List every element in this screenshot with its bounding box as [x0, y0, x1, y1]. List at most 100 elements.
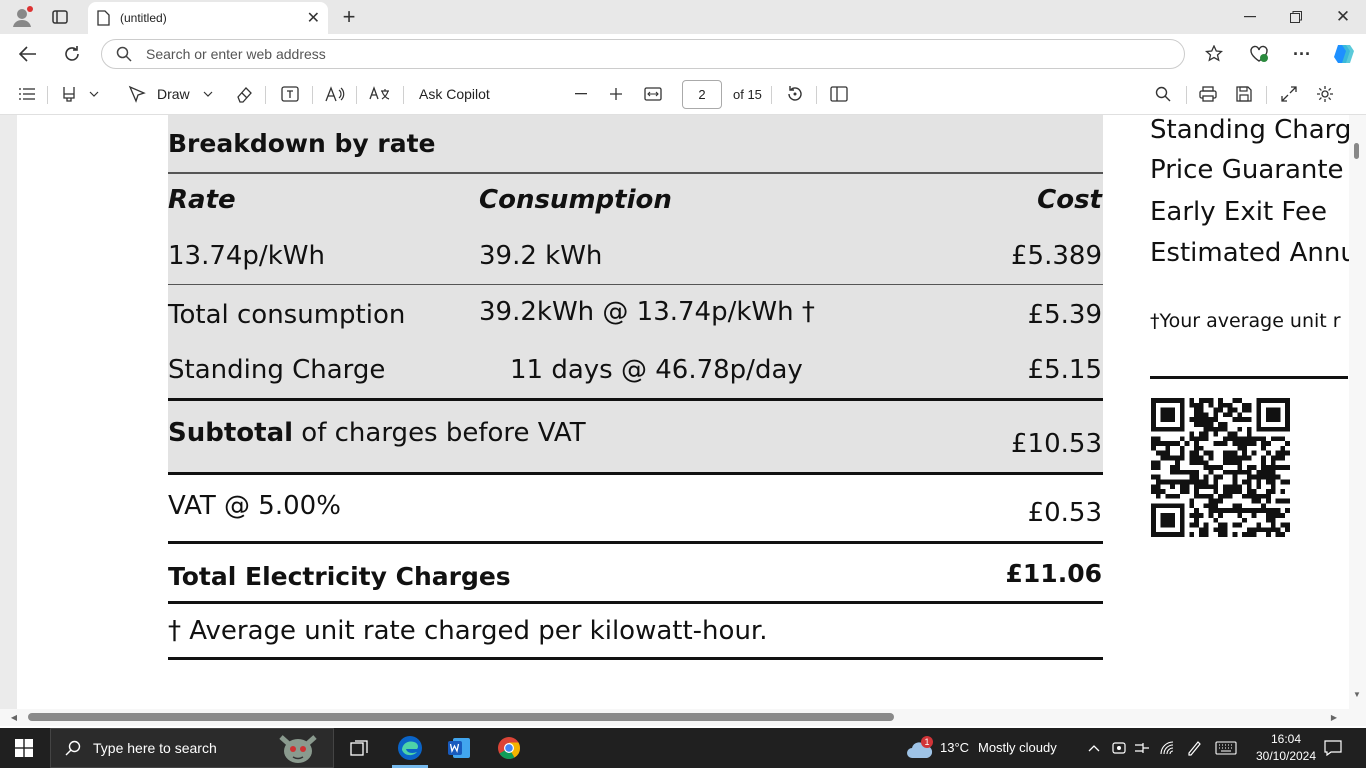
clock-time[interactable]: 16:04	[1264, 732, 1308, 746]
vat-label: VAT @ 5.00%	[168, 491, 341, 521]
rotate-icon[interactable]	[784, 84, 806, 104]
new-tab-icon[interactable]: +	[338, 4, 360, 29]
chevron-up-icon[interactable]	[1086, 738, 1102, 758]
scroll-down-icon[interactable]: ▼	[1351, 688, 1363, 700]
eraser-icon[interactable]	[233, 84, 255, 104]
standing-charge-label: Standing Charge	[168, 355, 386, 385]
browser-essentials-icon[interactable]	[1247, 43, 1271, 65]
tab-untitled[interactable]: (untitled) ✕	[88, 2, 328, 34]
consumption-value: 39.2 kWh	[479, 241, 603, 271]
draw-label[interactable]: Draw	[157, 86, 190, 102]
pdf-toolbar: Draw Ask Copilot 2 of 15	[0, 74, 1366, 115]
read-aloud-icon[interactable]	[324, 84, 346, 104]
text-box-icon[interactable]	[279, 84, 301, 104]
find-icon[interactable]	[1152, 84, 1174, 104]
save-icon[interactable]	[1233, 84, 1255, 104]
weather-temp[interactable]: 13°C	[940, 740, 969, 755]
qr-code	[1151, 398, 1290, 537]
address-placeholder: Search or enter web address	[146, 46, 326, 62]
ask-copilot-button[interactable]: Ask Copilot	[419, 86, 490, 102]
footnote: † Average unit rate charged per kilowatt…	[168, 616, 768, 646]
refresh-icon[interactable]	[60, 43, 84, 65]
vertical-scrollbar[interactable]: ▼	[1349, 115, 1366, 709]
contents-icon[interactable]	[16, 84, 38, 104]
address-bar[interactable]: Search or enter web address	[101, 39, 1185, 69]
settings-gear-icon[interactable]	[1314, 84, 1336, 104]
task-view-icon[interactable]	[348, 738, 372, 758]
scroll-left-icon[interactable]: ◀	[8, 711, 20, 723]
vertical-scroll-thumb[interactable]	[1354, 143, 1359, 159]
fullscreen-icon[interactable]	[1278, 84, 1300, 104]
search-highlight-icon	[273, 731, 323, 767]
restore-icon[interactable]	[1286, 8, 1306, 26]
power-icon[interactable]	[1132, 738, 1152, 758]
chevron-down-icon[interactable]	[86, 84, 102, 104]
subtotal-label: Subtotal of charges before VAT	[168, 418, 586, 448]
minimize-icon[interactable]	[1240, 8, 1260, 26]
right-item-standing: Standing Charg	[1150, 115, 1349, 145]
standing-charge-detail: 11 days @ 46.78p/day	[510, 355, 803, 385]
keyboard-icon[interactable]	[1213, 738, 1239, 758]
tab-bar: (untitled) ✕ + ✕	[0, 0, 1366, 34]
more-options-icon[interactable]: ···	[1291, 43, 1313, 65]
total-cost: £11.06	[1005, 559, 1102, 588]
total-consumption-detail: 39.2kWh @ 13.74p/kWh †	[479, 297, 815, 327]
scroll-right-icon[interactable]: ▶	[1328, 711, 1340, 723]
close-window-icon[interactable]: ✕	[1332, 6, 1354, 28]
search-icon	[65, 740, 81, 756]
navigation-bar: Search or enter web address ···	[0, 34, 1366, 74]
tab-actions-icon[interactable]	[50, 7, 70, 27]
weather-badge: 1	[921, 736, 933, 748]
horizontal-scrollbar[interactable]: ◀ ▶	[0, 709, 1366, 726]
word-app-icon[interactable]	[445, 734, 473, 762]
right-item-exit: Early Exit Fee	[1150, 197, 1327, 227]
right-item-estimated: Estimated Annu	[1150, 238, 1349, 268]
chrome-app-icon[interactable]	[495, 734, 523, 762]
draw-icon[interactable]	[126, 84, 148, 104]
pen-icon[interactable]	[1184, 738, 1204, 758]
document-icon	[96, 10, 110, 26]
notifications-icon[interactable]	[1322, 738, 1344, 758]
subtotal-rest: of charges before VAT	[293, 418, 586, 448]
windows-start-icon[interactable]	[10, 738, 38, 758]
weather-desc[interactable]: Mostly cloudy	[978, 740, 1057, 755]
favorites-icon[interactable]	[1203, 43, 1225, 65]
vat-cost: £0.53	[1027, 498, 1102, 528]
right-item-price: Price Guarante	[1150, 155, 1344, 185]
page-number-input[interactable]: 2	[682, 80, 722, 109]
total-consumption-label: Total consumption	[168, 300, 406, 330]
rate-value: 13.74p/kWh	[168, 241, 325, 271]
subtotal-bold: Subtotal	[168, 418, 294, 448]
page-view-icon[interactable]	[828, 84, 850, 104]
rate-cost: £5.389	[1011, 241, 1102, 271]
translate-icon[interactable]	[368, 84, 392, 104]
header-rate: Rate	[168, 185, 236, 215]
fit-to-page-icon[interactable]	[642, 84, 664, 104]
total-consumption-cost: £5.39	[1027, 300, 1102, 330]
horizontal-scroll-thumb[interactable]	[28, 713, 894, 721]
zoom-out-icon[interactable]	[572, 84, 590, 104]
meet-now-icon[interactable]	[1110, 738, 1128, 758]
header-consumption: Consumption	[479, 185, 672, 215]
profile-icon[interactable]	[10, 5, 34, 29]
print-icon[interactable]	[1197, 84, 1219, 104]
right-footnote: †Your average unit r	[1150, 310, 1341, 332]
search-placeholder: Type here to search	[93, 740, 217, 756]
wifi-icon[interactable]	[1158, 738, 1178, 758]
total-label: Total Electricity Charges	[168, 562, 511, 591]
zoom-in-icon[interactable]	[607, 84, 625, 104]
taskbar: Type here to search 1 13°C Mostly cloudy	[0, 728, 1366, 768]
standing-charge-cost: £5.15	[1027, 355, 1102, 385]
close-tab-icon[interactable]: ✕	[307, 8, 320, 28]
edge-app-icon[interactable]	[395, 733, 425, 763]
chevron-down-icon[interactable]	[200, 84, 216, 104]
highlight-icon[interactable]	[58, 84, 80, 104]
subtotal-cost: £10.53	[1011, 429, 1102, 459]
section-title: Breakdown by rate	[168, 129, 436, 158]
clock-date[interactable]: 30/10/2024	[1248, 749, 1324, 763]
copilot-icon[interactable]	[1331, 41, 1357, 67]
page-total: of 15	[733, 87, 762, 102]
back-icon[interactable]	[16, 43, 40, 65]
header-cost: Cost	[1037, 185, 1102, 215]
taskbar-search[interactable]: Type here to search	[50, 728, 334, 768]
